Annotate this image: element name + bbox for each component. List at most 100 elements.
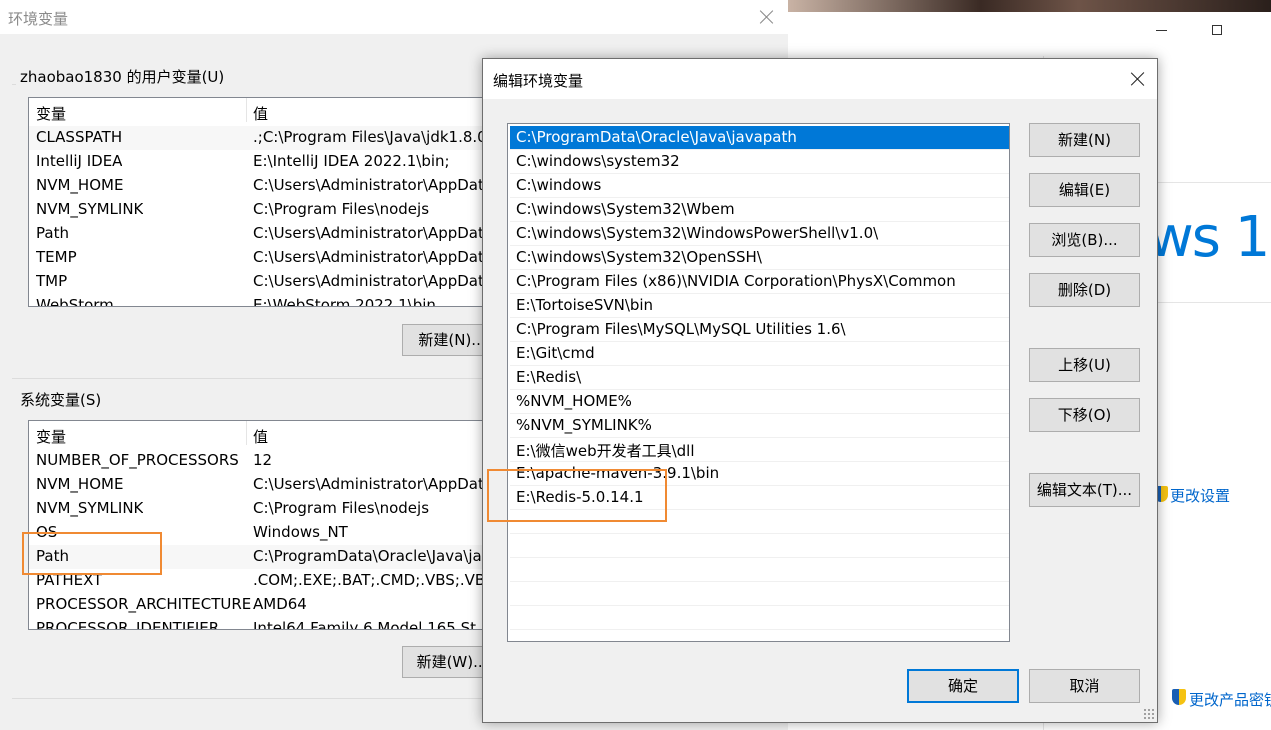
variable-name: TMP [36, 272, 68, 290]
path-text: E:\Redis\ [516, 368, 582, 386]
list-item[interactable]: C:\Program Files\MySQL\MySQL Utilities 1… [510, 318, 1009, 342]
table-row[interactable]: TMP C:\Users\Administrator\AppDat [29, 270, 499, 294]
path-text: C:\ProgramData\Oracle\Java\javapath [516, 128, 797, 146]
variable-name: NUMBER_OF_PROCESSORS [36, 451, 239, 469]
list-header: 变量 值 [29, 421, 499, 447]
browse-button[interactable]: 浏览(B)... [1029, 223, 1140, 257]
group-border [12, 84, 16, 85]
list-item-selected[interactable]: C:\ProgramData\Oracle\Java\javapath [510, 126, 1009, 150]
variable-value: Windows_NT [253, 523, 348, 541]
path-text: C:\windows\System32\OpenSSH\ [516, 248, 762, 266]
list-item-empty[interactable] [510, 606, 1009, 630]
list-item[interactable]: E:\微信web开发者工具\dll [510, 438, 1009, 462]
close-icon[interactable] [758, 8, 776, 26]
list-item[interactable]: %NVM_HOME% [510, 390, 1009, 414]
table-row[interactable]: PROCESSOR_IDENTIFIER Intel64 Family 6 Mo… [29, 617, 499, 630]
column-separator[interactable] [246, 98, 247, 122]
change-settings-link[interactable]: 更改设置 [1170, 485, 1230, 506]
list-item-empty[interactable] [510, 534, 1009, 558]
table-row[interactable]: NVM_SYMLINK C:\Program Files\nodejs [29, 198, 499, 222]
list-item[interactable]: E:\Redis\ [510, 366, 1009, 390]
list-item[interactable]: E:\TortoiseSVN\bin [510, 294, 1009, 318]
list-item[interactable]: C:\windows\System32\OpenSSH\ [510, 246, 1009, 270]
system-variables-label: 系统变量(S) [20, 391, 102, 409]
edit-dialog-title: 编辑环境变量 [493, 72, 584, 90]
column-separator[interactable] [246, 421, 247, 445]
list-item[interactable]: C:\windows\System32\Wbem [510, 198, 1009, 222]
env-dialog-title: 环境变量 [8, 10, 69, 28]
variable-name: NVM_HOME [36, 475, 124, 493]
variable-name: IntelliJ IDEA [36, 152, 123, 170]
close-icon[interactable] [1129, 70, 1147, 88]
column-header-value[interactable]: 值 [253, 103, 268, 124]
column-header-name[interactable]: 变量 [36, 103, 66, 124]
variable-name: PROCESSOR_IDENTIFIER [36, 619, 220, 630]
move-down-button[interactable]: 下移(O) [1029, 398, 1140, 432]
list-item[interactable]: C:\Program Files (x86)\NVIDIA Corporatio… [510, 270, 1009, 294]
list-item-empty[interactable] [510, 582, 1009, 606]
table-row[interactable]: Path C:\Users\Administrator\AppDat [29, 222, 499, 246]
minimize-icon[interactable] [1152, 20, 1172, 40]
column-header-name[interactable]: 变量 [36, 426, 66, 447]
path-text: C:\Program Files\MySQL\MySQL Utilities 1… [516, 320, 846, 338]
variable-value: .COM;.EXE;.BAT;.CMD;.VBS;.VBE; [253, 571, 500, 589]
list-item[interactable]: C:\windows\System32\WindowsPowerShell\v1… [510, 222, 1009, 246]
edit-environment-variable-dialog: 编辑环境变量 C:\ProgramData\Oracle\Java\javapa… [482, 58, 1158, 723]
variable-name: NVM_SYMLINK [36, 499, 144, 517]
move-up-button[interactable]: 上移(U) [1029, 348, 1140, 382]
variable-value: 12 [253, 451, 273, 469]
system-window-titlebar [788, 12, 1271, 56]
variable-name: NVM_SYMLINK [36, 200, 144, 218]
table-row[interactable]: IntelliJ IDEA E:\IntelliJ IDEA 2022.1\bi… [29, 150, 499, 174]
table-row[interactable]: WebStorm E:\WebStorm 2022.1\bin [29, 294, 499, 307]
list-item[interactable]: C:\windows [510, 174, 1009, 198]
path-text: C:\Program Files (x86)\NVIDIA Corporatio… [516, 272, 956, 290]
variable-name: CLASSPATH [36, 128, 123, 146]
ok-button[interactable]: 确定 [907, 669, 1019, 703]
table-row[interactable]: NVM_HOME C:\Users\Administrator\AppDat [29, 174, 499, 198]
list-item[interactable]: C:\windows\system32 [510, 150, 1009, 174]
system-variables-list[interactable]: 变量 值 NUMBER_OF_PROCESSORS 12 NVM_HOME C:… [28, 420, 500, 630]
table-row[interactable]: NVM_HOME C:\Users\Administrator\AppDat [29, 473, 499, 497]
resize-grip-icon[interactable] [1143, 708, 1155, 720]
user-variables-list[interactable]: 变量 值 CLASSPATH .;C:\Program Files\Java\j… [28, 97, 500, 307]
divider [12, 378, 482, 379]
table-row[interactable]: PROCESSOR_ARCHITECTURE AMD64 [29, 593, 499, 617]
path-text: C:\windows\system32 [516, 152, 680, 170]
path-text: E:\微信web开发者工具\dll [516, 442, 695, 460]
table-row[interactable]: TEMP C:\Users\Administrator\AppDat [29, 246, 499, 270]
annotation-highlight-box [22, 532, 162, 575]
user-variables-label: zhaobao1830 的用户变量(U) [20, 68, 225, 86]
delete-button[interactable]: 删除(D) [1029, 273, 1140, 307]
change-product-key-link[interactable]: 更改产品密钥 [1189, 689, 1271, 710]
variable-value: C:\Users\Administrator\AppDat [253, 272, 484, 290]
variable-value: C:\Program Files\nodejs [253, 499, 430, 517]
new-path-button[interactable]: 新建(N) [1029, 123, 1140, 157]
annotation-highlight-box [487, 469, 667, 522]
path-text: E:\TortoiseSVN\bin [516, 296, 654, 314]
edit-path-button[interactable]: 编辑(E) [1029, 173, 1140, 207]
edit-text-button[interactable]: 编辑文本(T)... [1029, 473, 1140, 507]
list-item-empty[interactable] [510, 558, 1009, 582]
list-header: 变量 值 [29, 98, 499, 124]
path-text: C:\windows\System32\WindowsPowerShell\v1… [516, 224, 879, 242]
path-entries-list[interactable]: C:\ProgramData\Oracle\Java\javapath C:\w… [507, 123, 1010, 642]
wallpaper-image [788, 0, 1271, 12]
variable-value: C:\Users\Administrator\AppDat [253, 224, 484, 242]
variable-value: E:\IntelliJ IDEA 2022.1\bin; [253, 152, 450, 170]
variable-value: .;C:\Program Files\Java\jdk1.8.0_ [253, 128, 495, 146]
table-row[interactable]: CLASSPATH .;C:\Program Files\Java\jdk1.8… [29, 126, 499, 150]
variable-name: TEMP [36, 248, 77, 266]
column-header-value[interactable]: 值 [253, 426, 268, 447]
path-text: E:\Git\cmd [516, 344, 595, 362]
cancel-button[interactable]: 取消 [1029, 669, 1140, 703]
variable-name: PROCESSOR_ARCHITECTURE [36, 595, 252, 613]
variable-value: Intel64 Family 6 Model 165 St [253, 619, 477, 630]
list-item[interactable]: %NVM_SYMLINK% [510, 414, 1009, 438]
list-item[interactable]: E:\Git\cmd [510, 342, 1009, 366]
maximize-icon[interactable] [1208, 20, 1228, 40]
variable-value: E:\WebStorm 2022.1\bin [253, 296, 436, 307]
variable-value: C:\Users\Administrator\AppDat [253, 248, 484, 266]
table-row[interactable]: NUMBER_OF_PROCESSORS 12 [29, 449, 499, 473]
table-row[interactable]: NVM_SYMLINK C:\Program Files\nodejs [29, 497, 499, 521]
